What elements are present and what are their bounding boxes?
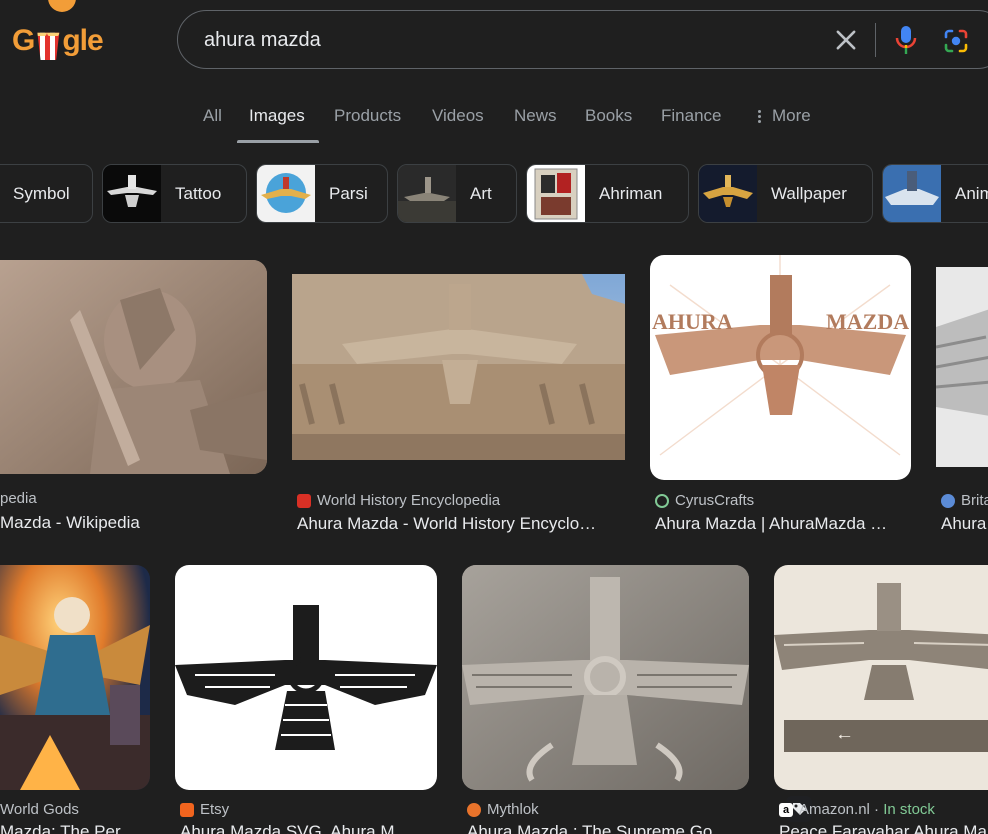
result-image	[292, 274, 625, 460]
result-source: a Amazon.nl · In stock	[779, 801, 935, 818]
tab-more-label: More	[772, 106, 811, 125]
search-tabs: All Images Products Videos News Books Fi…	[0, 96, 988, 144]
favicon-icon	[655, 493, 669, 508]
result-image: AHURA MAZDA	[650, 255, 911, 480]
chip-label: Wallpaper	[771, 183, 847, 203]
chip-art[interactable]: Art	[397, 164, 517, 223]
image-result[interactable]: World History Encyclopedia Ahura Mazda -…	[292, 274, 626, 536]
etsy-favicon-icon	[180, 802, 194, 817]
logo-letter: e	[87, 24, 104, 57]
chip-label: Anim	[955, 183, 988, 203]
image-result[interactable]: Brita Ahura	[936, 267, 988, 536]
logo-letter: G	[12, 24, 35, 57]
result-source: CyrusCrafts	[655, 492, 754, 509]
result-title: Ahura Mazda | AhuraMazda …	[655, 514, 888, 533]
chip-thumbnail	[699, 165, 757, 222]
tab-finance[interactable]: Finance	[661, 106, 721, 126]
chip-label: Art	[470, 183, 492, 203]
result-image: 🠀	[774, 565, 988, 790]
result-image	[0, 260, 267, 474]
chip-label: Ahriman	[599, 183, 663, 203]
search-divider	[875, 23, 876, 57]
search-input[interactable]	[204, 23, 804, 57]
favicon-icon	[467, 802, 481, 817]
amazon-favicon-icon: a	[779, 802, 793, 817]
result-source: World History Encyclopedia	[297, 492, 500, 509]
tab-news[interactable]: News	[514, 106, 557, 126]
favicon-icon	[941, 493, 955, 508]
result-image	[462, 565, 749, 790]
favicon-icon	[297, 493, 311, 508]
result-source: Brita	[941, 492, 988, 509]
chip-symbol[interactable]: Symbol	[0, 164, 93, 223]
result-title: Mazda - Wikipedia	[0, 513, 140, 532]
tab-books[interactable]: Books	[585, 106, 632, 126]
result-title: Ahura Mazda : The Supreme Go	[467, 822, 713, 834]
microphone-icon[interactable]	[894, 25, 918, 55]
image-text-mazda: MAZDA	[826, 309, 909, 334]
chip-anim[interactable]: Anim	[882, 164, 988, 223]
result-image	[175, 565, 437, 790]
logo-letter: l	[79, 24, 88, 57]
more-vert-icon	[758, 108, 762, 125]
doodle-decoration	[48, 0, 76, 12]
active-tab-indicator	[237, 140, 319, 143]
image-result[interactable]: Mythlok Ahura Mazda : The Supreme Go	[462, 565, 750, 834]
image-result[interactable]: pedia Mazda - Wikipedia	[0, 260, 270, 535]
image-text-ahura: AHURA	[652, 309, 733, 334]
image-result[interactable]: World Gods Mazda: The Per	[0, 565, 152, 834]
result-source: Mythlok	[467, 801, 539, 818]
image-result[interactable]: Etsy Ahura Mazda SVG, Ahura M	[175, 565, 438, 834]
result-title: Ahura	[941, 514, 987, 533]
chip-thumbnail	[398, 165, 456, 222]
image-text: 🠀	[838, 729, 851, 746]
chip-parsi[interactable]: Parsi	[256, 164, 388, 223]
chip-ahriman[interactable]: Ahriman	[526, 164, 689, 223]
chip-tattoo[interactable]: Tattoo	[102, 164, 247, 223]
result-image	[936, 267, 988, 467]
google-lens-icon[interactable]	[943, 28, 969, 54]
search-bar	[177, 10, 988, 69]
result-source: pedia	[0, 490, 37, 507]
stock-status: In stock	[883, 801, 935, 818]
result-source: Etsy	[180, 801, 229, 818]
tab-videos[interactable]: Videos	[432, 106, 484, 126]
chip-thumbnail	[257, 165, 315, 222]
chip-thumbnail	[103, 165, 161, 222]
image-result[interactable]: AHURA MAZDA CyrusCrafts Ahura Mazda | Ah…	[650, 255, 912, 536]
result-image	[0, 565, 150, 790]
logo-letter: g	[62, 24, 80, 57]
google-logo[interactable]: G g l e	[12, 0, 122, 66]
tab-products[interactable]: Products	[334, 106, 401, 126]
tab-all[interactable]: All	[203, 106, 222, 126]
popcorn-icon	[37, 32, 60, 60]
chip-label: Tattoo	[175, 183, 222, 203]
tab-images[interactable]: Images	[249, 106, 305, 126]
tab-more[interactable]: More	[758, 106, 811, 126]
chip-wallpaper[interactable]: Wallpaper	[698, 164, 873, 223]
result-title: Ahura Mazda SVG, Ahura M	[180, 822, 395, 834]
result-title: Ahura Mazda - World History Encyclo…	[297, 514, 597, 533]
chip-thumbnail	[527, 165, 585, 222]
result-title: Peace Faravahar Ahura Ma	[779, 822, 987, 834]
image-result[interactable]: 🠀 a Amazon.nl · In stock Peace Faravahar…	[774, 565, 988, 834]
chip-thumbnail	[883, 165, 941, 222]
clear-icon[interactable]	[832, 26, 860, 54]
chip-label: Parsi	[329, 183, 368, 203]
chip-label: Symbol	[13, 183, 70, 203]
result-source: World Gods	[0, 801, 79, 818]
result-title: Mazda: The Per	[0, 822, 121, 834]
